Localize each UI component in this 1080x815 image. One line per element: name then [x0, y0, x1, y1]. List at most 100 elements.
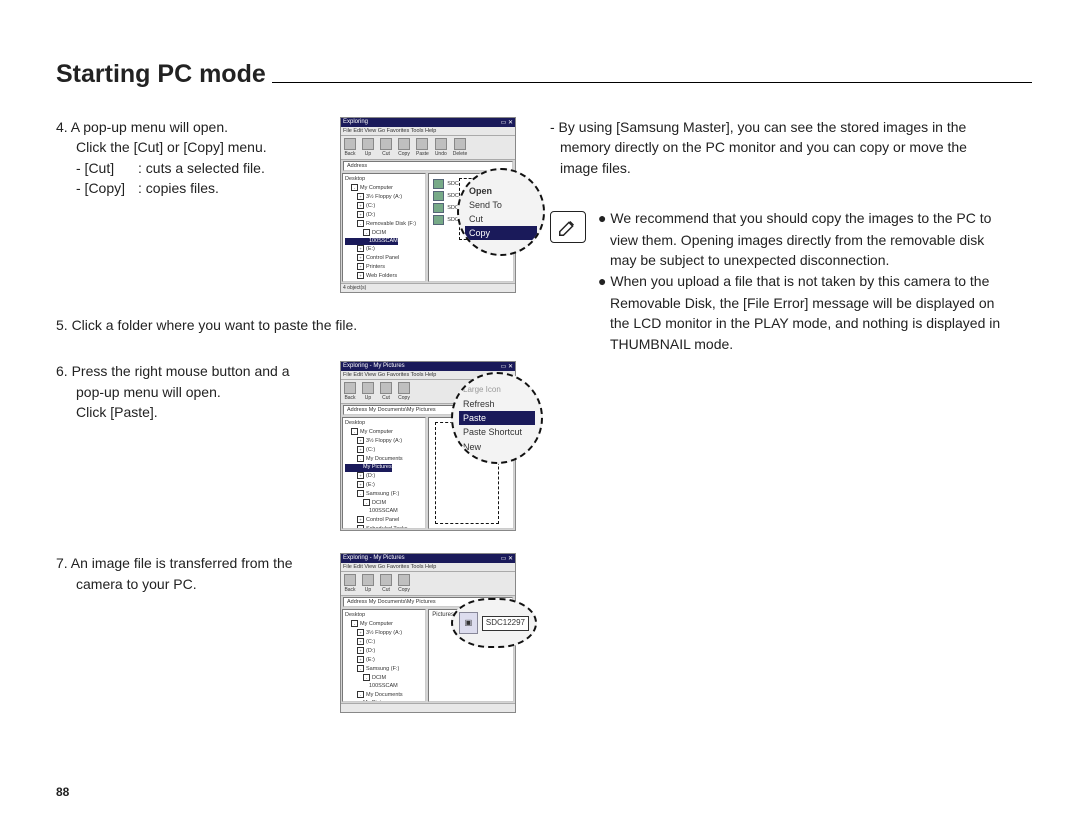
- t3-mypic: My Pictures: [363, 700, 392, 703]
- tb3-cut: Cut: [382, 587, 390, 593]
- t3-dcim: DCIM: [372, 675, 386, 681]
- p2: SDC: [447, 193, 459, 199]
- ctx2-refresh: Refresh: [459, 397, 535, 411]
- thumb-filename: SDC12297: [482, 616, 529, 631]
- tb2-up: Up: [365, 395, 371, 401]
- screenshot-step6: Exploring - My Pictures▭ ✕ File Edit Vie…: [340, 361, 516, 531]
- ctx1-copy: Copy: [465, 226, 537, 240]
- tb2-copy: Copy: [398, 395, 410, 401]
- t2-mypic: My Pictures: [363, 464, 392, 470]
- note-box: ● We recommend that you should copy the …: [550, 208, 1032, 354]
- ss1-toolbar: Back Up Cut Copy Paste Undo Delete: [341, 135, 515, 160]
- t-c: (C:): [366, 203, 375, 209]
- ss3-toolbar: Back Up Cut Copy: [341, 571, 515, 596]
- t2-floppy: 3½ Floppy (A:): [366, 438, 402, 444]
- tb-cut: Cut: [382, 151, 390, 157]
- step7-text: 7. An image file is transferred from the…: [56, 553, 326, 713]
- ss1-tree: Desktop -My Computer +3½ Floppy (A:) +(C…: [342, 173, 426, 282]
- t3-mydocs: My Documents: [366, 692, 403, 698]
- right-column: - By using [Samsung Master], you can see…: [550, 117, 1032, 735]
- step6-l2: pop-up menu will open.: [56, 382, 326, 402]
- tb-undo: Undo: [435, 151, 447, 157]
- t-floppy: 3½ Floppy (A:): [366, 194, 402, 200]
- ctx1-cut: Cut: [465, 212, 537, 226]
- title-rule: [272, 82, 1032, 83]
- t-ssc: 100SSCAM: [369, 238, 398, 244]
- thumb-icon: ▣: [459, 612, 478, 634]
- page-title: Starting PC mode: [56, 60, 272, 89]
- r-l2: memory directly on the PC monitor and yo…: [550, 137, 1032, 157]
- t-printers: Printers: [366, 264, 385, 270]
- ctx2-large: Large Icon: [459, 384, 535, 397]
- t2-mydocs: My Documents: [366, 456, 403, 462]
- step7-l2: camera to your PC.: [56, 574, 326, 594]
- t3-desktop: Desktop: [345, 612, 365, 618]
- magnifier-step6: Large Icon Refresh Paste Paste Shortcut …: [451, 372, 543, 464]
- ctx2-pastesc: Paste Shortcut: [459, 425, 535, 439]
- screenshot-step4: Exploring▭ ✕ File Edit View Go Favorites…: [340, 117, 516, 293]
- step6-l3: Click [Paste].: [56, 402, 326, 422]
- t-removable: Removable Disk (F:): [366, 221, 416, 227]
- screenshot-step7: Exploring - My Pictures▭ ✕ File Edit Vie…: [340, 553, 516, 713]
- t2-dcim: DCIM: [372, 500, 386, 506]
- step4-cut-label: - [Cut]: [76, 158, 138, 178]
- t3-ssc: 100SSCAM: [369, 683, 398, 689]
- t-webfolders: Web Folders: [366, 273, 397, 279]
- t-d: (D:): [366, 212, 375, 218]
- step5-text: 5. Click a folder where you want to past…: [56, 315, 516, 335]
- ss2-tree: Desktop -My Computer +3½ Floppy (A:) +(C…: [342, 417, 426, 529]
- t-desktop: Desktop: [345, 176, 365, 182]
- nb1c: may be subject to unexpected disconnecti…: [598, 250, 1000, 270]
- t3-c: (C:): [366, 639, 375, 645]
- t-control: Control Panel: [366, 255, 399, 261]
- step4-copy-desc: : copies files.: [138, 178, 219, 198]
- ss2-title: Exploring - My Pictures: [343, 363, 405, 370]
- tb3-copy: Copy: [398, 587, 410, 593]
- ctx2-paste: Paste: [459, 411, 535, 425]
- tb-paste: Paste: [416, 151, 429, 157]
- ss3-status: [341, 703, 515, 712]
- note-icon: [550, 211, 586, 243]
- r-l1: - By using [Samsung Master], you can see…: [550, 119, 966, 135]
- t2-e: (E:): [366, 482, 375, 488]
- t3-floppy: 3½ Floppy (A:): [366, 630, 402, 636]
- nb2c: the LCD monitor in the PLAY mode, and no…: [598, 313, 1000, 333]
- ss3-title: Exploring - My Pictures: [343, 555, 405, 562]
- tb2-cut: Cut: [382, 395, 390, 401]
- t2-control: Control Panel: [366, 517, 399, 523]
- ctx1-open: Open: [465, 184, 537, 198]
- nb1a: We recommend that you should copy the im…: [610, 210, 991, 226]
- nb2a: When you upload a file that is not taken…: [610, 273, 989, 289]
- ss1-status: 4 object(s): [341, 283, 515, 292]
- tb3-back: Back: [344, 587, 355, 593]
- ss1-winbtns: ▭ ✕: [501, 119, 513, 126]
- ctx1-sendto: Send To: [465, 198, 537, 212]
- ss3-tree: Desktop -My Computer +3½ Floppy (A:) +(C…: [342, 609, 426, 702]
- tb-back: Back: [344, 151, 355, 157]
- ss2-winbtns: ▭ ✕: [501, 363, 513, 370]
- left-column: 4. A pop-up menu will open. Click the [C…: [56, 117, 516, 735]
- t2-ssc: 100SSCAM: [369, 508, 398, 514]
- t2-desktop: Desktop: [345, 420, 365, 426]
- step4-cut-desc: : cuts a selected file.: [138, 158, 265, 178]
- page-number: 88: [56, 785, 69, 799]
- r-l3: image files.: [550, 158, 1032, 178]
- t3-e: (E:): [366, 657, 375, 663]
- tb-copy: Copy: [398, 151, 410, 157]
- t2-sched: Scheduled Tasks: [366, 525, 407, 529]
- nb1b: view them. Opening images directly from …: [598, 230, 1000, 250]
- magnifier-step4: Open Send To Cut Copy: [457, 168, 545, 256]
- tb-up: Up: [365, 151, 371, 157]
- t3-d: (D:): [366, 648, 375, 654]
- ctx2-new: New: [459, 440, 535, 454]
- t2-samsung: Samsung (F:): [366, 491, 399, 497]
- t2-c: (C:): [366, 447, 375, 453]
- p1: SDC: [447, 181, 459, 187]
- ss1-menu: File Edit View Go Favorites Tools Help: [341, 127, 515, 135]
- t3-mycomp: My Computer: [360, 621, 393, 627]
- tb2-back: Back: [344, 395, 355, 401]
- step4-line1: 4. A pop-up menu will open.: [56, 119, 228, 135]
- t2-mycomp: My Computer: [360, 429, 393, 435]
- t3-samsung: Samsung (F:): [366, 666, 399, 672]
- nb2b: Removable Disk, the [File Error] message…: [598, 293, 1000, 313]
